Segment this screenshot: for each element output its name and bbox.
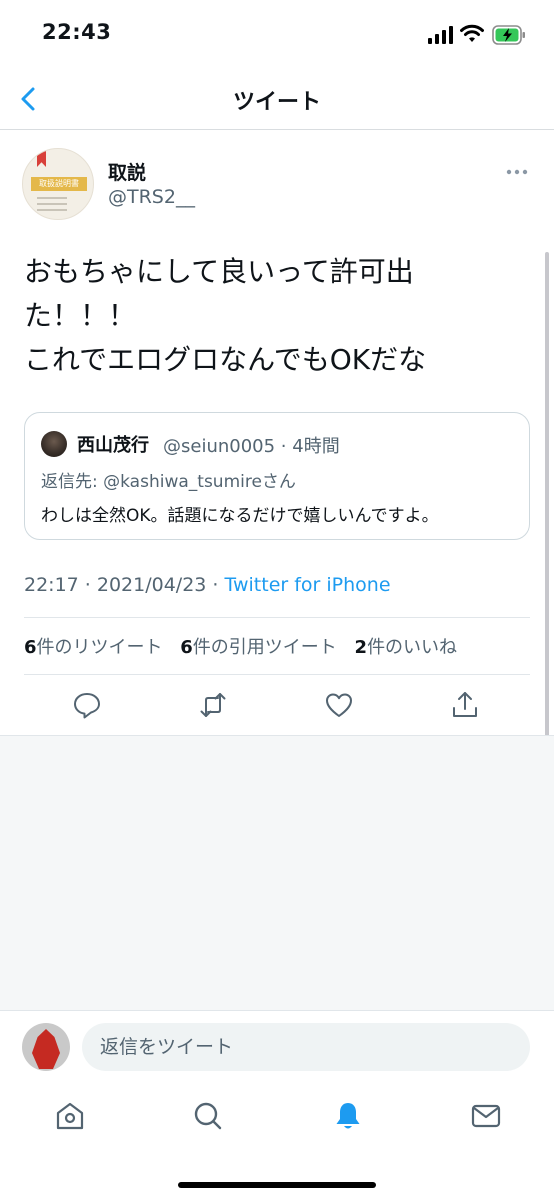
retweet-button[interactable] bbox=[198, 690, 228, 720]
document-lines bbox=[37, 197, 67, 199]
tweet-source-link[interactable]: Twitter for iPhone bbox=[225, 574, 391, 596]
like-button[interactable] bbox=[324, 690, 354, 720]
reply-to-handle: @kashiwa_tsumireさん bbox=[103, 472, 296, 492]
wifi-icon bbox=[460, 24, 484, 42]
author-avatar[interactable]: 取扱説明書 bbox=[22, 148, 94, 220]
battery-charging-icon bbox=[492, 25, 525, 45]
avatar-figure bbox=[32, 1029, 60, 1069]
navigation-bar: ツイート bbox=[0, 72, 554, 130]
tweet-timestamp: 22:17 · 2021/04/23 · Twitter for iPhone bbox=[24, 574, 391, 596]
user-avatar[interactable] bbox=[22, 1023, 70, 1071]
status-bar: 22:43 bbox=[0, 0, 554, 72]
reply-input[interactable]: 返信をツイート bbox=[82, 1023, 530, 1071]
retweets-stat[interactable]: 6件のリツイート bbox=[24, 637, 163, 658]
tab-home[interactable] bbox=[54, 1100, 86, 1132]
quoted-author-handle-time: @seiun0005 · 4時間 bbox=[163, 436, 340, 457]
reply-composer: 返信をツイート bbox=[0, 1010, 554, 1082]
tweet-text-line: これでエログロなんでもOKだな bbox=[24, 343, 427, 376]
reply-button[interactable] bbox=[72, 690, 102, 720]
status-time: 22:43 bbox=[42, 20, 112, 44]
likes-count: 2 bbox=[354, 637, 368, 658]
tweet-author[interactable]: 取扱説明書 取説 @TRS2__ bbox=[22, 148, 522, 222]
heart-icon bbox=[326, 693, 352, 717]
quoted-tweet[interactable]: 西山茂行 @seiun0005 · 4時間 返信先: @kashiwa_tsum… bbox=[24, 412, 530, 540]
divider bbox=[24, 674, 530, 675]
author-handle[interactable]: @TRS2__ bbox=[108, 186, 195, 208]
tab-messages[interactable] bbox=[470, 1100, 502, 1132]
home-icon bbox=[56, 1102, 84, 1130]
quotes-count: 6 bbox=[180, 637, 193, 658]
quoted-author-avatar bbox=[41, 431, 67, 457]
likes-label: 件のいいね bbox=[367, 637, 458, 658]
messages-icon bbox=[471, 1104, 501, 1128]
home-indicator[interactable] bbox=[178, 1182, 376, 1188]
share-button[interactable] bbox=[450, 690, 480, 720]
empty-replies-area bbox=[0, 735, 554, 1010]
bookmark-ribbon-icon bbox=[37, 151, 46, 167]
search-icon bbox=[194, 1102, 222, 1130]
reply-to-prefix: 返信先: bbox=[41, 472, 104, 492]
notifications-icon bbox=[336, 1103, 360, 1129]
tweet-text: おもちゃにして良いって許可出 た！！！ これでエログロなんでもOKだな bbox=[24, 250, 494, 382]
share-icon bbox=[453, 692, 477, 717]
tweet-stats: 6件のリツイート 6件の引用ツイート 2件のいいね bbox=[24, 633, 457, 659]
more-options-icon[interactable] bbox=[506, 168, 528, 176]
cellular-signal-icon bbox=[428, 26, 453, 44]
retweets-count: 6 bbox=[24, 637, 37, 658]
timestamp-text: 22:17 · 2021/04/23 · bbox=[24, 574, 225, 596]
quotes-stat[interactable]: 6件の引用ツイート bbox=[180, 637, 337, 658]
tab-notifications[interactable] bbox=[332, 1100, 364, 1132]
retweet-icon bbox=[200, 693, 226, 717]
author-name[interactable]: 取説 bbox=[108, 158, 146, 185]
divider bbox=[24, 617, 530, 618]
likes-stat[interactable]: 2件のいいね bbox=[355, 637, 458, 658]
tweet-text-line: た！！！ bbox=[24, 299, 137, 332]
reply-icon bbox=[74, 693, 100, 719]
quoted-reply-to: 返信先: @kashiwa_tsumireさん bbox=[41, 467, 296, 492]
page-title: ツイート bbox=[232, 90, 321, 115]
tab-search[interactable] bbox=[192, 1100, 224, 1132]
quoted-tweet-text: わしは全然OK。話題になるだけで嬉しいんですよ。 bbox=[41, 506, 439, 526]
retweets-label: 件のリツイート bbox=[36, 637, 163, 658]
tweet-text-line: おもちゃにして良いって許可出 bbox=[24, 255, 414, 288]
avatar-logo-text: 取扱説明書 bbox=[31, 177, 87, 191]
quotes-label: 件の引用ツイート bbox=[192, 637, 337, 658]
quoted-author-name: 西山茂行 bbox=[77, 435, 149, 456]
